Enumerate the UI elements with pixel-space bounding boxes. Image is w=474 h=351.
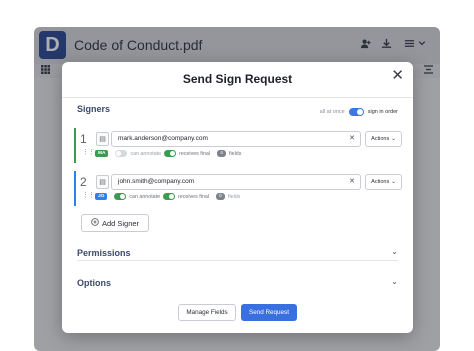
signer-email-field[interactable]: john.smith@company.com ✕ (111, 174, 361, 190)
can-annotate-label: can annotate (129, 193, 161, 200)
chevron-down-icon: ⌄ (391, 136, 396, 142)
field-count-badge: 0 (215, 193, 225, 200)
receives-final-toggle[interactable] (163, 193, 176, 200)
order-toggle-switch[interactable] (348, 108, 364, 116)
chevron-down-icon: ⌄ (391, 277, 398, 286)
drag-handle-icon[interactable]: ⋮⋮ (82, 191, 95, 199)
signer-options: JO can annotate receives final 0 fields (95, 193, 240, 200)
clear-icon[interactable]: ✕ (349, 134, 355, 142)
signer-email-field[interactable]: mark.anderson@company.com ✕ (111, 131, 361, 147)
signer-actions-dropdown[interactable]: Actions ⌄ (365, 131, 402, 147)
options-section-toggle[interactable]: Options ⌄ (77, 277, 398, 291)
can-annotate-toggle[interactable] (115, 150, 128, 157)
actions-label: Actions (371, 179, 390, 185)
fields-label: fields (227, 193, 241, 200)
signer-options: MA can annotate receives final 4 fields (95, 150, 241, 157)
signer-number: 2 (80, 175, 87, 189)
order-option-sign-in-order[interactable]: sign in order (368, 109, 398, 115)
add-signer-button[interactable]: Add Signer (81, 214, 149, 232)
options-heading: Options (77, 278, 111, 288)
receives-final-label: receives final (179, 150, 211, 157)
modal-title: Send Sign Request (182, 72, 293, 86)
signer-row-2: 2 ⋮⋮ ▤ john.smith@company.com ✕ Actions … (74, 171, 402, 206)
order-option-all-at-once[interactable]: all at once (320, 109, 345, 115)
document-icon[interactable]: ▤ (96, 175, 109, 189)
signer-actions-dropdown[interactable]: Actions ⌄ (365, 174, 402, 190)
chevron-down-icon: ⌄ (391, 247, 398, 256)
add-signer-label: Add Signer (101, 218, 140, 228)
send-sign-request-modal: Send Sign Request ✕ Signers all at once … (62, 62, 413, 333)
receives-final-toggle[interactable] (164, 150, 177, 157)
receives-final-label: receives final (178, 193, 209, 200)
close-button[interactable]: ✕ (391, 66, 404, 84)
screen: D Code of Conduct.pdf Send Sign Request … (0, 0, 474, 351)
close-icon: ✕ (391, 67, 404, 84)
permissions-section-toggle[interactable]: Permissions ⌄ (77, 247, 398, 261)
drag-handle-icon[interactable]: ⋮⋮ (82, 148, 95, 156)
can-annotate-label: can annotate (130, 150, 162, 157)
can-annotate-toggle[interactable] (114, 193, 127, 200)
clear-icon[interactable]: ✕ (349, 177, 355, 185)
actions-label: Actions (371, 136, 390, 142)
send-request-button[interactable]: Send Request (241, 304, 297, 321)
manage-fields-button[interactable]: Manage Fields (178, 304, 236, 321)
field-count-badge: 4 (217, 150, 227, 157)
add-user-icon (91, 218, 99, 228)
signer-row-1: 1 ⋮⋮ ▤ mark.anderson@company.com ✕ Actio… (74, 128, 402, 163)
chevron-down-icon: ⌄ (391, 179, 396, 185)
document-icon[interactable]: ▤ (96, 132, 109, 146)
signer-initials-badge: MA (95, 150, 109, 157)
signer-initials-badge: JO (95, 193, 108, 200)
signer-number: 1 (80, 132, 87, 146)
divider (62, 97, 413, 98)
signers-heading: Signers (77, 104, 111, 114)
permissions-heading: Permissions (77, 248, 131, 258)
signer-email-value: john.smith@company.com (118, 178, 195, 185)
signer-email-value: mark.anderson@company.com (118, 135, 208, 142)
fields-label: fields (229, 150, 242, 157)
signing-order-toggle[interactable]: all at once sign in order (320, 108, 398, 116)
